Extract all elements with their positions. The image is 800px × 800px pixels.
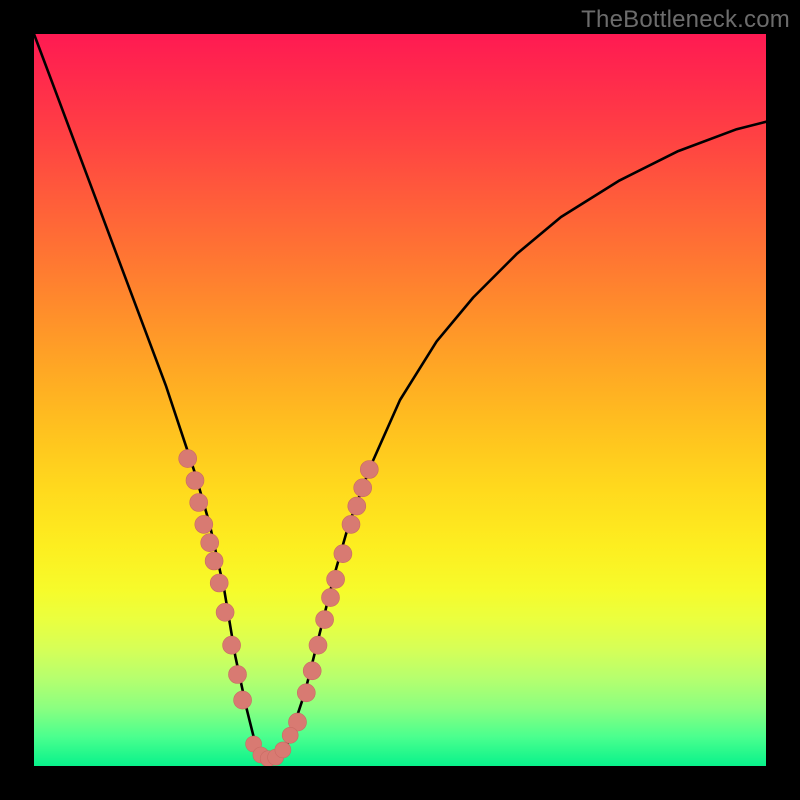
data-marker (179, 450, 197, 468)
data-marker (205, 552, 223, 570)
data-marker (201, 534, 219, 552)
data-markers (179, 450, 379, 766)
data-marker (303, 662, 321, 680)
data-marker (327, 570, 345, 588)
data-marker (223, 636, 241, 654)
data-marker (360, 461, 378, 479)
data-marker (186, 472, 204, 490)
data-marker (195, 515, 213, 533)
data-marker (309, 636, 327, 654)
plot-area (34, 34, 766, 766)
data-marker (316, 611, 334, 629)
chart-svg (34, 34, 766, 766)
data-marker (342, 515, 360, 533)
chart-container: TheBottleneck.com (0, 0, 800, 800)
data-marker (275, 742, 291, 758)
data-marker (216, 603, 234, 621)
data-marker (354, 479, 372, 497)
data-marker (282, 727, 298, 743)
data-marker (210, 574, 228, 592)
data-marker (322, 589, 340, 607)
data-marker (334, 545, 352, 563)
watermark-text: TheBottleneck.com (581, 6, 790, 34)
bottleneck-curve (34, 34, 766, 762)
data-marker (190, 494, 208, 512)
data-marker (229, 666, 247, 684)
data-marker (348, 497, 366, 515)
data-marker (297, 684, 315, 702)
data-marker (234, 691, 252, 709)
